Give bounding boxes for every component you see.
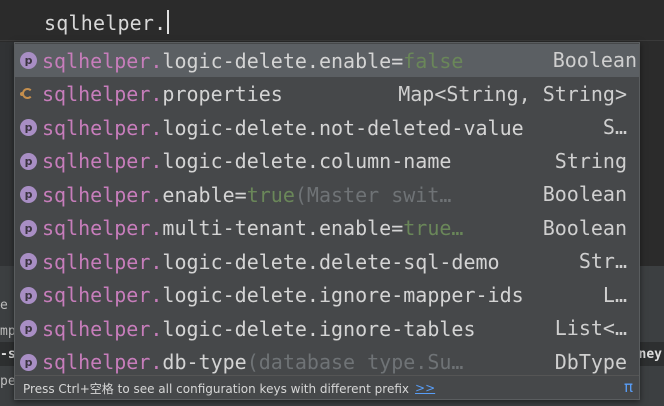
item-name: properties bbox=[162, 82, 283, 106]
item-eq: = bbox=[391, 48, 404, 73]
completion-item[interactable]: p sqlhelper. logic-delete.column-name Strin… bbox=[15, 144, 639, 178]
property-icon: p bbox=[20, 253, 37, 270]
item-type: DbType bbox=[544, 345, 627, 379]
item-default: true bbox=[246, 182, 295, 207]
property-icon: p bbox=[20, 186, 37, 203]
item-default: false bbox=[403, 48, 464, 73]
editor-current-line[interactable]: sqlhelper. bbox=[44, 10, 170, 35]
pi-icon[interactable]: π bbox=[624, 378, 633, 396]
completion-item[interactable]: p sqlhelper. logic-delete.ignore-mapper-id… bbox=[15, 278, 639, 312]
item-default: true… bbox=[403, 216, 464, 240]
property-icon: p bbox=[20, 52, 37, 69]
item-name: logic-delete.column-name bbox=[162, 149, 452, 173]
property-icon: p bbox=[20, 286, 37, 304]
item-name: logic-delete.not-deleted-value bbox=[162, 115, 524, 140]
completion-item[interactable]: p sqlhelper. logic-delete.ignore-tables Lis… bbox=[15, 312, 639, 345]
editor-divider bbox=[0, 40, 664, 41]
item-type: Boolean bbox=[532, 211, 627, 245]
completion-item[interactable]: p sqlhelper. enable = true (Master swit… Bool… bbox=[15, 178, 639, 211]
item-prefix: sqlhelper. bbox=[42, 149, 163, 173]
property-icon: p bbox=[20, 320, 37, 337]
completion-footer: Press Ctrl+空格 to see all configuration k… bbox=[15, 375, 639, 399]
item-desc: (Master swit… bbox=[294, 182, 452, 207]
completion-item[interactable]: sqlhelper. properties Map<String, String> bbox=[15, 77, 639, 111]
text-caret bbox=[167, 10, 170, 34]
item-type: S… bbox=[592, 111, 627, 144]
item-prefix: sqlhelper. bbox=[42, 249, 163, 274]
item-eq: = bbox=[391, 216, 404, 240]
item-name: logic-delete.ignore-tables bbox=[162, 316, 476, 341]
property-icon: p bbox=[20, 353, 37, 371]
property-icon: p bbox=[20, 219, 37, 237]
item-eq: = bbox=[234, 182, 247, 207]
show-all-link[interactable]: >> bbox=[415, 381, 435, 395]
item-prefix: sqlhelper. bbox=[42, 283, 163, 307]
item-type: Boolean bbox=[532, 178, 627, 211]
completion-item[interactable]: p sqlhelper. multi-tenant.enable = true… Bool… bbox=[15, 211, 639, 245]
property-icon: p bbox=[20, 119, 37, 136]
item-prefix: sqlhelper. bbox=[42, 48, 163, 73]
item-prefix: sqlhelper. bbox=[42, 115, 163, 140]
item-type: List<… bbox=[544, 312, 627, 345]
editor-area[interactable]: sqlhelper. bbox=[0, 0, 664, 42]
item-prefix: sqlhelper. bbox=[42, 182, 163, 207]
item-type: L… bbox=[592, 278, 627, 312]
background-text-5: ney bbox=[638, 347, 662, 362]
item-name: enable bbox=[162, 182, 235, 207]
item-type: Str… bbox=[568, 245, 627, 278]
item-name: logic-delete.delete-sql-demo bbox=[162, 249, 500, 274]
item-name: multi-tenant.enable bbox=[162, 216, 392, 240]
completion-item[interactable]: p sqlhelper. logic-delete.delete-sql-demo S… bbox=[15, 245, 639, 278]
item-type: Boolean bbox=[542, 44, 637, 77]
item-name: db-type bbox=[162, 350, 247, 374]
item-type: Map<String, String> bbox=[388, 77, 627, 111]
completion-popup[interactable]: p sqlhelper. logic-delete.enable = false Bool… bbox=[14, 42, 640, 400]
item-desc: (database type.Su… bbox=[246, 350, 464, 374]
property-icon: p bbox=[20, 152, 37, 170]
completion-item[interactable]: p sqlhelper. logic-delete.enable = false Bool… bbox=[15, 44, 639, 77]
footer-hint: Press Ctrl+空格 to see all configuration k… bbox=[23, 381, 410, 396]
item-name: logic-delete.ignore-mapper-ids bbox=[162, 283, 524, 307]
item-prefix: sqlhelper. bbox=[42, 350, 163, 374]
item-prefix: sqlhelper. bbox=[42, 316, 163, 341]
editor-line-text: sqlhelper. bbox=[44, 11, 167, 35]
item-prefix: sqlhelper. bbox=[42, 82, 163, 106]
map-icon bbox=[20, 86, 37, 103]
completion-item[interactable]: p sqlhelper. logic-delete.not-deleted-valu… bbox=[15, 111, 639, 144]
item-type: String bbox=[544, 144, 627, 178]
item-name: logic-delete.enable bbox=[162, 48, 392, 73]
completion-item[interactable]: p sqlhelper. db-type (database type.Su… DbT… bbox=[15, 345, 639, 379]
item-prefix: sqlhelper. bbox=[42, 216, 163, 240]
